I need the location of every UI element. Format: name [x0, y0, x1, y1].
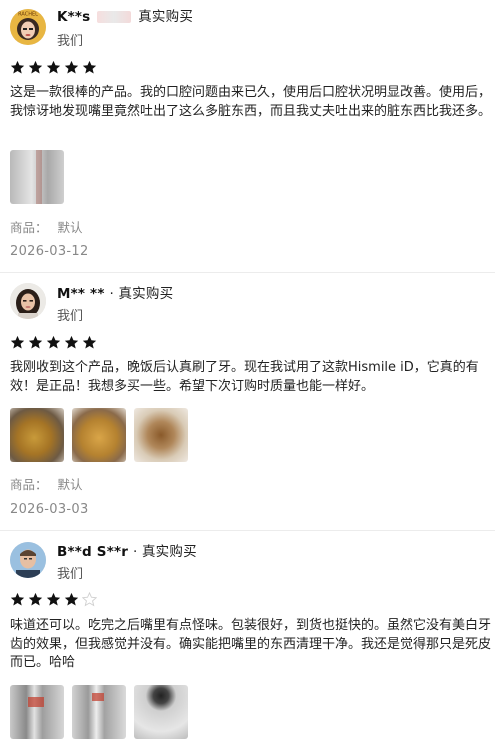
review-image-thumbnail[interactable] — [134, 408, 188, 462]
star-filled-icon — [64, 592, 79, 606]
avatar[interactable] — [10, 283, 46, 319]
review-image-thumbnail[interactable] — [134, 685, 188, 739]
review-image-thumbnail[interactable] — [10, 150, 64, 204]
star-filled-icon — [10, 592, 25, 606]
star-filled-icon — [10, 335, 25, 349]
star-filled-icon — [28, 592, 43, 606]
avatar-image: RACHEL — [10, 9, 46, 45]
star-empty-icon — [82, 592, 97, 607]
sku-info: 商品： 默认 — [10, 474, 83, 493]
star-rating — [10, 592, 97, 608]
reviewer-name-line: B**d S**r · 真实购买 — [57, 540, 197, 560]
star-filled-icon — [64, 60, 79, 74]
review-date: 2026-03-12 — [10, 244, 89, 259]
reviewer-name-line: K**s 真实购买 — [57, 5, 193, 25]
sku-value: 默认 — [57, 220, 83, 235]
avatar[interactable] — [10, 542, 46, 578]
sku-value: 默认 — [57, 477, 83, 492]
star-rating — [10, 335, 97, 351]
redacted-mask — [97, 11, 132, 23]
reviewer-region: 我们 — [57, 34, 84, 49]
reviewer-name-line: M** ** · 真实购买 — [57, 282, 173, 302]
review-text: 这是一款很棒的产品。我的口腔问题由来已久，使用后口腔状况明显改善。使用后，我惊讶… — [10, 85, 492, 119]
star-filled-icon — [28, 335, 43, 349]
star-filled-icon — [46, 592, 61, 606]
review-images — [10, 150, 64, 204]
review-images — [10, 685, 188, 739]
sku-label: 商品： — [10, 220, 48, 235]
verified-purchase-label: · 真实购买 — [132, 544, 197, 560]
avatar-image — [10, 283, 46, 319]
star-filled-icon — [46, 335, 61, 349]
star-filled-icon — [82, 335, 97, 349]
review-images — [10, 408, 188, 462]
reviewer-name: K**s — [57, 9, 91, 25]
star-rating — [10, 60, 97, 76]
star-filled-icon — [46, 60, 61, 74]
review-image-thumbnail[interactable] — [72, 685, 126, 739]
review-text: 味道还可以。吃完之后嘴里有点怪味。包装很好，到货也挺快的。虽然它没有美白牙齿的效… — [10, 618, 492, 670]
reviewer-region: 我们 — [57, 309, 84, 324]
sku-label: 商品： — [10, 477, 48, 492]
sku-info: 商品： 默认 — [10, 217, 83, 236]
avatar[interactable]: RACHEL — [10, 9, 46, 45]
review-text: 我刚收到这个产品，晚饭后认真刷了牙。现在我试用了这款Hismile iD，它真的… — [10, 360, 479, 394]
verified-purchase-label: · 真实购买 — [109, 286, 174, 302]
divider — [0, 530, 495, 531]
review-image-thumbnail[interactable] — [10, 408, 64, 462]
reviewer-name: M** ** — [57, 286, 105, 302]
reviews-page: RACHEL K**s 真实购买 我们 这是一款很棒的产品。我的口腔问题由来已久… — [0, 0, 495, 745]
avatar-image — [10, 542, 46, 578]
review-image-thumbnail[interactable] — [72, 408, 126, 462]
review-date: 2026-03-03 — [10, 502, 89, 517]
verified-purchase-label: 真实购买 — [138, 9, 194, 25]
star-filled-icon — [64, 335, 79, 349]
divider — [0, 272, 495, 273]
reviewer-name: B**d S**r — [57, 544, 129, 560]
star-filled-icon — [10, 60, 25, 74]
reviewer-region: 我们 — [57, 567, 84, 582]
star-filled-icon — [82, 60, 97, 74]
star-filled-icon — [28, 60, 43, 74]
review-image-thumbnail[interactable] — [10, 685, 64, 739]
avatar-lettering: RACHEL — [18, 12, 38, 18]
